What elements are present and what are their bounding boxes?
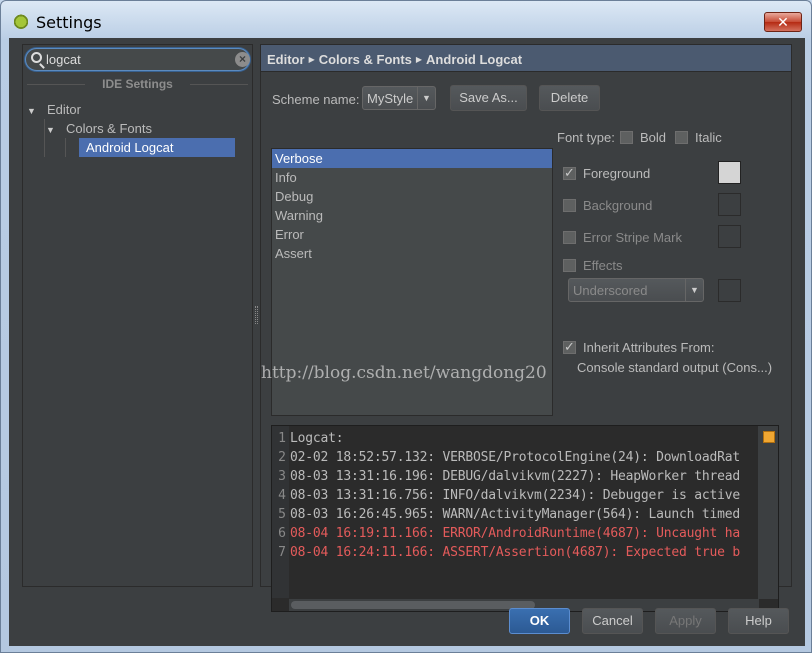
breadcrumb: Editor ▶ Colors & Fonts ▶ Android Logcat xyxy=(260,44,792,72)
list-item-info[interactable]: Info xyxy=(272,168,552,187)
effect-color-swatch[interactable] xyxy=(718,279,741,302)
error-stripe-label: Error Stripe Mark xyxy=(583,230,682,245)
preview-line-verbose: 02-02 18:52:57.132: VERBOSE/ProtocolEngi… xyxy=(290,450,740,465)
background-label: Background xyxy=(583,198,653,213)
apply-button[interactable]: Apply xyxy=(655,608,716,634)
close-button[interactable]: ✕ xyxy=(764,12,802,32)
chevron-right-icon: ▶ xyxy=(415,55,423,64)
preview-editor[interactable]: 1 Logcat: 2 02-02 18:52:57.132: VERBOSE/… xyxy=(271,425,779,612)
tree-item-label: Editor xyxy=(47,102,81,117)
delete-button[interactable]: Delete xyxy=(539,85,600,111)
inherit-attributes-checkbox[interactable] xyxy=(563,339,576,355)
window-title: Settings xyxy=(36,13,102,32)
settings-tree-panel: × IDE Settings ▼ Editor ▼ Colors & Fonts A… xyxy=(22,44,253,587)
list-item-error[interactable]: Error xyxy=(272,225,552,244)
inherit-attributes-label: Inherit Attributes From: xyxy=(583,340,715,355)
scheme-select[interactable]: MyStyle ▼ xyxy=(362,86,436,110)
list-item-debug[interactable]: Debug xyxy=(272,187,552,206)
line-number: 7 xyxy=(278,545,286,560)
help-button[interactable]: Help xyxy=(728,608,789,634)
preview-line-info: 08-03 13:31:16.756: INFO/dalvikvm(2234):… xyxy=(290,488,740,503)
logcat-colors-panel: Scheme name: MyStyle ▼ Save As... Delete… xyxy=(260,72,792,612)
preview-line-debug: 08-03 13:31:16.196: DEBUG/dalvikvm(2227)… xyxy=(290,469,740,484)
search-icon xyxy=(31,52,42,63)
close-icon: ✕ xyxy=(777,14,789,30)
watermark-text: http://blog.csdn.net/wangdong20 xyxy=(261,363,547,383)
tree-guide-line xyxy=(65,138,66,157)
chevron-down-icon: ▼ xyxy=(417,87,435,109)
line-number: 3 xyxy=(278,469,286,484)
font-type-label: Font type: xyxy=(557,130,615,145)
bold-label: Bold xyxy=(640,130,667,145)
foreground-color-swatch[interactable] xyxy=(718,161,741,184)
foreground-label: Foreground xyxy=(583,166,651,181)
vertical-scrollbar[interactable] xyxy=(758,426,778,599)
line-number: 6 xyxy=(278,526,286,541)
error-stripe-color-swatch[interactable] xyxy=(718,225,741,248)
expand-arrow-icon[interactable]: ▼ xyxy=(27,102,37,121)
scrollbar-thumb[interactable] xyxy=(291,601,535,609)
preview-line-error: 08-04 16:19:11.166: ERROR/AndroidRuntime… xyxy=(290,526,740,541)
preview-line-warn: 08-03 16:26:45.965: WARN/ActivityManager… xyxy=(290,507,740,522)
preview-line-header: Logcat: xyxy=(290,431,344,446)
chevron-down-icon: ▼ xyxy=(685,279,703,301)
line-number: 5 xyxy=(278,507,286,522)
expand-arrow-icon[interactable]: ▼ xyxy=(46,121,56,140)
effect-type-value: Underscored xyxy=(573,283,648,298)
tree-item-colors-fonts[interactable]: ▼ Colors & Fonts xyxy=(46,119,152,138)
error-marker-icon[interactable] xyxy=(763,431,775,443)
tree-item-android-logcat[interactable]: Android Logcat xyxy=(79,138,235,157)
preview-line-assert: 08-04 16:24:11.166: ASSERT/Assertion(468… xyxy=(290,545,740,560)
clear-search-icon[interactable]: × xyxy=(235,52,250,67)
android-studio-icon xyxy=(13,13,29,29)
foreground-checkbox[interactable] xyxy=(563,165,576,181)
ide-settings-header: IDE Settings xyxy=(23,77,252,91)
italic-label: Italic xyxy=(695,130,722,145)
effects-checkbox[interactable] xyxy=(563,259,576,272)
tree-item-label: Colors & Fonts xyxy=(66,121,152,136)
save-as-button[interactable]: Save As... xyxy=(450,85,527,111)
line-number: 1 xyxy=(278,431,286,446)
tree-item-editor[interactable]: ▼ Editor xyxy=(27,100,81,119)
bold-checkbox[interactable] xyxy=(620,131,633,144)
line-number: 4 xyxy=(278,488,286,503)
chevron-right-icon: ▶ xyxy=(308,55,315,64)
search-box[interactable]: × xyxy=(25,48,250,71)
effects-label: Effects xyxy=(583,258,623,273)
ok-button[interactable]: OK xyxy=(509,608,570,634)
scheme-name-label: Scheme name: xyxy=(272,92,360,107)
settings-window: Settings ✕ × IDE Settings ▼ Editor ▼ Color… xyxy=(0,0,812,653)
list-item-warning[interactable]: Warning xyxy=(272,206,552,225)
error-stripe-checkbox[interactable] xyxy=(563,231,576,244)
dialog-body: × IDE Settings ▼ Editor ▼ Colors & Fonts A… xyxy=(9,38,805,646)
scheme-selected-value: MyStyle xyxy=(367,91,414,106)
background-checkbox[interactable] xyxy=(563,199,576,212)
breadcrumb-android-logcat: Android Logcat xyxy=(426,52,523,67)
breadcrumb-colors-fonts: Colors & Fonts xyxy=(318,52,412,67)
line-number: 2 xyxy=(278,450,286,465)
background-color-swatch[interactable] xyxy=(718,193,741,216)
effect-type-select[interactable]: Underscored ▼ xyxy=(568,278,704,302)
search-input[interactable] xyxy=(46,51,226,68)
list-item-verbose[interactable]: Verbose xyxy=(272,149,552,168)
list-item-assert[interactable]: Assert xyxy=(272,244,552,263)
inherit-source-link[interactable]: Console standard output (Cons...) xyxy=(577,360,772,375)
tree-guide-line xyxy=(44,119,45,157)
italic-checkbox[interactable] xyxy=(675,131,688,144)
title-bar: Settings ✕ xyxy=(1,1,811,41)
breadcrumb-editor: Editor xyxy=(267,52,305,67)
splitter-handle[interactable] xyxy=(255,306,258,324)
cancel-button[interactable]: Cancel xyxy=(582,608,643,634)
